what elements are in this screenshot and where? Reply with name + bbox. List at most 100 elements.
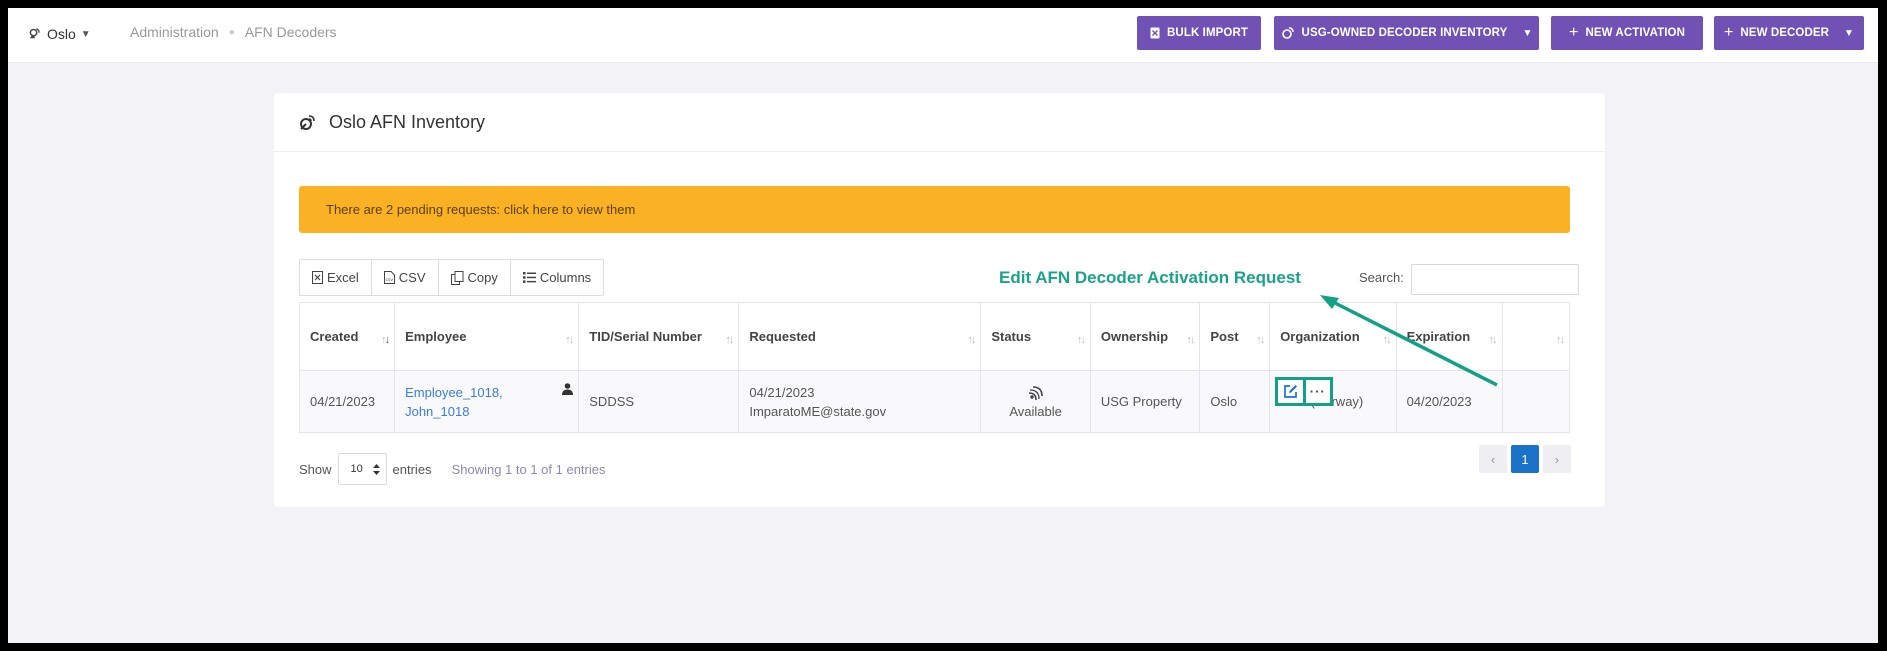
bulk-import-button[interactable]: BULK IMPORT <box>1137 16 1261 50</box>
pending-requests-alert[interactable]: There are 2 pending requests: click here… <box>299 186 1570 233</box>
edit-request-button[interactable] <box>1278 380 1303 403</box>
satellite-dish-icon <box>1281 27 1294 39</box>
bulk-import-label: BULK IMPORT <box>1167 27 1248 39</box>
csv-label: CSV <box>398 270 426 285</box>
column-expiration-label: Expiration <box>1406 329 1471 344</box>
chevron-down-icon: ▼ <box>1844 27 1855 39</box>
cell-actions <box>1501 370 1570 433</box>
table-footer: Show 10 entries Showing 1 to 1 of 1 entr… <box>299 453 606 485</box>
new-decoder-button[interactable]: + NEW DECODER ▼ <box>1714 16 1864 50</box>
sort-icon: ↑↓ <box>1256 334 1265 346</box>
sort-icon: ↑↓ <box>1186 334 1195 346</box>
cell-status: Available <box>980 370 1091 433</box>
column-ownership-label: Ownership <box>1100 329 1169 344</box>
page-length-select[interactable]: 10 <box>337 453 387 485</box>
cell-created: 04/21/2023 <box>298 370 396 433</box>
column-expiration[interactable]: Expiration ↑↓ <box>1395 302 1503 371</box>
chevron-left-icon: ‹ <box>1490 451 1496 467</box>
cell-expiration: 04/20/2023 <box>1395 370 1503 433</box>
excel-icon <box>312 271 323 284</box>
column-tid-serial[interactable]: TID/Serial Number ↑↓ <box>578 302 740 371</box>
employee-link[interactable]: Employee_1018, John_1018 <box>405 383 568 421</box>
row-actions-highlight: ··· <box>1275 377 1333 406</box>
svg-text:csv: csv <box>385 278 393 283</box>
table-header-row: Created ↑↓ Employee ↑↓ TID/Serial Number ↑↓… <box>298 302 1570 371</box>
sort-icon: ↑↓ <box>967 334 976 346</box>
columns-icon <box>522 272 536 283</box>
sort-icon: ↑↓ <box>1076 334 1086 346</box>
chevron-down-icon: ▼ <box>80 28 91 40</box>
inventory-card: Oslo AFN Inventory There are 2 pending r… <box>274 93 1605 507</box>
location-selector[interactable]: Oslo ▼ <box>27 22 91 46</box>
column-status[interactable]: Status ↑↓ <box>980 302 1091 371</box>
copy-label: Copy <box>467 270 498 285</box>
column-created-label: Created <box>310 329 359 344</box>
page-1-button[interactable]: 1 <box>1511 445 1539 473</box>
copy-button[interactable]: Copy <box>439 260 511 295</box>
excel-export-button[interactable]: Excel <box>300 260 372 295</box>
usg-owned-inventory-label: USG-OWNED DECODER INVENTORY <box>1301 27 1508 39</box>
show-label: Show <box>299 461 332 477</box>
copy-icon <box>450 270 464 285</box>
more-actions-button[interactable]: ··· <box>1302 380 1330 403</box>
column-post[interactable]: Post ↑↓ <box>1199 302 1271 371</box>
page-length-value: 10 <box>350 463 363 475</box>
sort-icon: ↑↓ <box>1382 334 1392 346</box>
sort-icon: ↑↓ <box>1556 334 1565 346</box>
table-row: 04/21/2023 Employee_1018, John_1018 SDDSS… <box>298 370 1570 433</box>
wifi-status-icon <box>1028 386 1043 401</box>
column-post-label: Post <box>1210 329 1239 344</box>
column-actions[interactable]: ↑↓ <box>1501 302 1570 371</box>
column-organization[interactable]: Organization ↑↓ <box>1269 302 1397 371</box>
table-info: Showing 1 to 1 of 1 entries <box>451 461 606 477</box>
column-employee-label: Employee <box>405 329 467 344</box>
column-ownership[interactable]: Ownership ↑↓ <box>1089 302 1201 371</box>
previous-page-button[interactable]: ‹ <box>1479 445 1507 473</box>
cell-employee: Employee_1018, John_1018 <box>394 370 580 433</box>
sort-icon: ↑↓ <box>1488 334 1498 346</box>
export-toolbar: Excel csv CSV Copy Columns <box>299 259 605 296</box>
excel-icon <box>1150 27 1160 39</box>
cell-post: Oslo <box>1199 370 1271 433</box>
column-requested-label: Requested <box>749 329 816 344</box>
usg-owned-inventory-button[interactable]: USG-OWNED DECODER INVENTORY ▼ <box>1274 16 1539 50</box>
column-status-label: Status <box>991 329 1032 344</box>
csv-export-button[interactable]: csv CSV <box>372 260 439 295</box>
card-title: Oslo AFN Inventory <box>329 111 486 132</box>
excel-label: Excel <box>327 270 359 285</box>
employee-name-line1: Employee_1018, <box>405 384 503 400</box>
app-frame: Oslo ▼ Administration ● AFN Decoders BUL… <box>8 8 1878 643</box>
search-input[interactable] <box>1411 264 1579 295</box>
new-activation-button[interactable]: + NEW ACTIVATION <box>1551 16 1703 50</box>
new-activation-label: NEW ACTIVATION <box>1585 27 1686 39</box>
sort-icon: ↑↓ <box>565 334 574 346</box>
requested-by: ImparatoME@state.gov <box>749 403 887 419</box>
breadcrumb-afn-decoders[interactable]: AFN Decoders <box>245 24 337 40</box>
status-text: Available <box>1009 404 1062 419</box>
more-icon: ··· <box>1309 383 1326 399</box>
card-header: Oslo AFN Inventory <box>274 93 1605 152</box>
pagination: ‹ 1 › <box>1479 445 1571 473</box>
cell-ownership: USG Property <box>1089 370 1201 433</box>
antenna-icon <box>29 27 40 38</box>
chevron-down-icon: ▼ <box>1522 27 1533 39</box>
new-decoder-label: NEW DECODER <box>1740 27 1830 39</box>
columns-label: Columns <box>539 270 592 285</box>
entries-label: entries <box>392 461 432 477</box>
chevron-right-icon: › <box>1554 451 1560 467</box>
edit-icon <box>1283 385 1297 398</box>
breadcrumb: Administration ● AFN Decoders <box>130 24 337 40</box>
plus-icon: + <box>1568 24 1579 41</box>
column-requested[interactable]: Requested ↑↓ <box>738 302 982 371</box>
search-label: Search: <box>1359 270 1404 285</box>
column-employee[interactable]: Employee ↑↓ <box>394 302 580 371</box>
satellite-dish-icon <box>300 115 315 130</box>
column-organization-label: Organization <box>1280 329 1360 344</box>
breadcrumb-separator: ● <box>228 26 235 38</box>
columns-button[interactable]: Columns <box>511 260 603 295</box>
sort-icon: ↑↓ <box>381 334 390 346</box>
breadcrumb-administration[interactable]: Administration <box>130 24 219 40</box>
column-created[interactable]: Created ↑↓ <box>298 302 396 371</box>
next-page-button[interactable]: › <box>1543 445 1571 473</box>
top-bar: Oslo ▼ Administration ● AFN Decoders BUL… <box>8 8 1878 63</box>
